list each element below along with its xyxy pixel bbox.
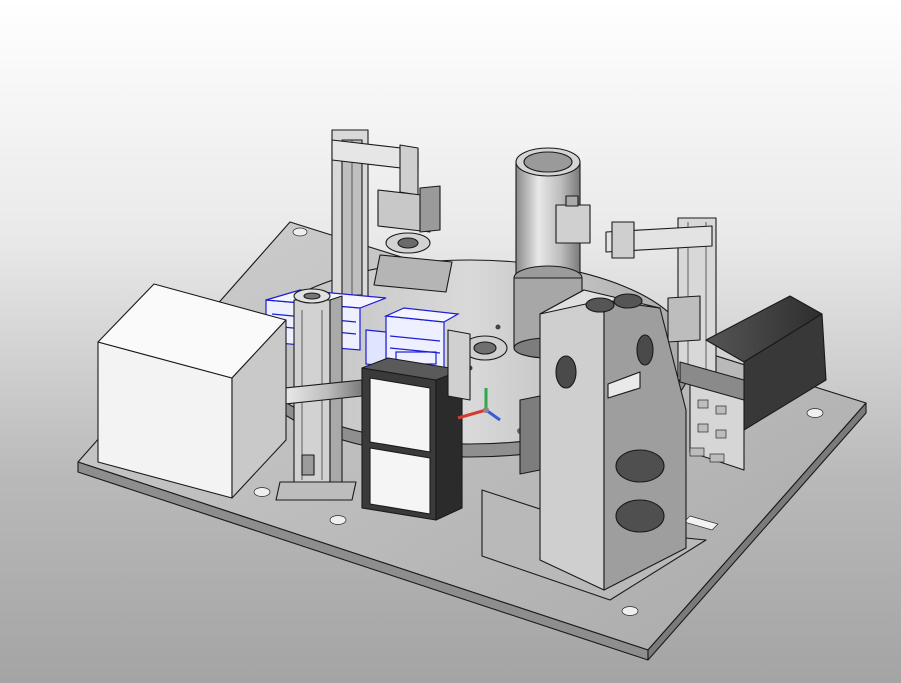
assembly-model[interactable] xyxy=(0,0,901,683)
cad-3d-viewport[interactable] xyxy=(0,0,901,683)
left-lift-column[interactable] xyxy=(331,129,453,301)
control-cabinet[interactable] xyxy=(97,283,287,499)
